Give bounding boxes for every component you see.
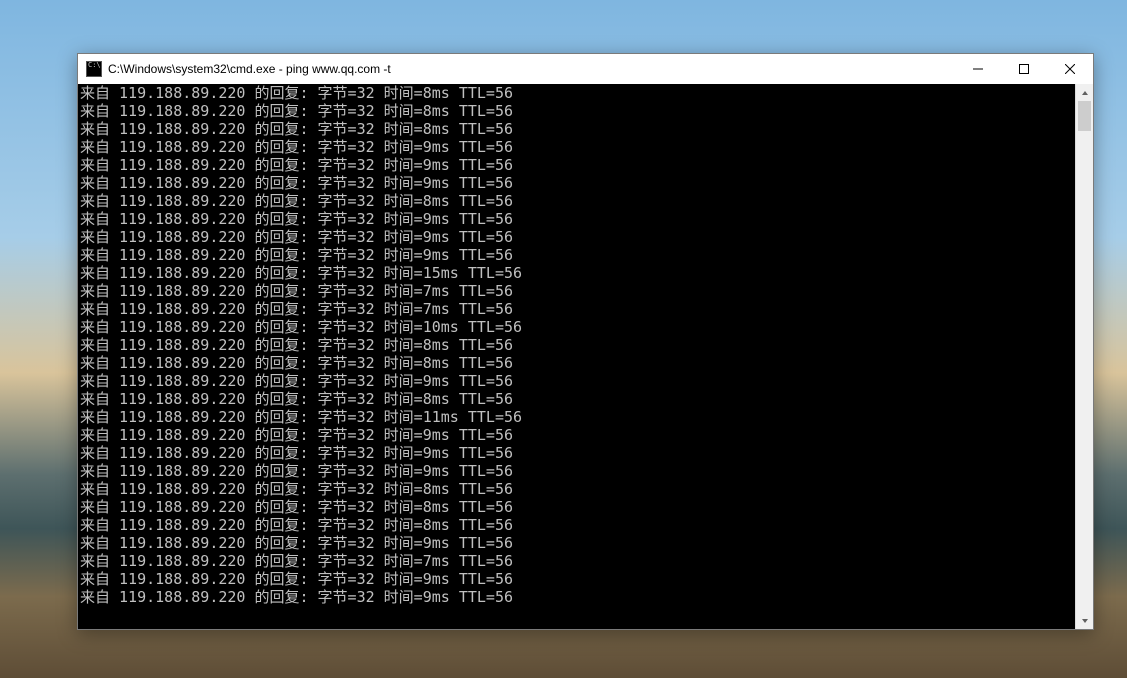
minimize-icon <box>973 64 983 74</box>
console-line: 来自 119.188.89.220 的回复: 字节=32 时间=8ms TTL=… <box>80 84 1075 102</box>
vertical-scrollbar[interactable] <box>1075 84 1093 629</box>
window-title: C:\Windows\system32\cmd.exe - ping www.q… <box>108 62 391 76</box>
console-line: 来自 119.188.89.220 的回复: 字节=32 时间=9ms TTL=… <box>80 372 1075 390</box>
window-controls <box>955 54 1093 84</box>
console-line: 来自 119.188.89.220 的回复: 字节=32 时间=8ms TTL=… <box>80 498 1075 516</box>
console-line: 来自 119.188.89.220 的回复: 字节=32 时间=8ms TTL=… <box>80 102 1075 120</box>
titlebar[interactable]: C:\Windows\system32\cmd.exe - ping www.q… <box>78 54 1093 84</box>
console-line: 来自 119.188.89.220 的回复: 字节=32 时间=9ms TTL=… <box>80 570 1075 588</box>
console-line: 来自 119.188.89.220 的回复: 字节=32 时间=9ms TTL=… <box>80 426 1075 444</box>
console-line: 来自 119.188.89.220 的回复: 字节=32 时间=7ms TTL=… <box>80 300 1075 318</box>
cmd-icon <box>86 61 102 77</box>
console-line: 来自 119.188.89.220 的回复: 字节=32 时间=8ms TTL=… <box>80 390 1075 408</box>
scroll-track[interactable] <box>1076 101 1093 612</box>
console-line: 来自 119.188.89.220 的回复: 字节=32 时间=7ms TTL=… <box>80 282 1075 300</box>
console-line: 来自 119.188.89.220 的回复: 字节=32 时间=7ms TTL=… <box>80 552 1075 570</box>
scroll-thumb[interactable] <box>1078 101 1091 131</box>
console-line: 来自 119.188.89.220 的回复: 字节=32 时间=11ms TTL… <box>80 408 1075 426</box>
console-line: 来自 119.188.89.220 的回复: 字节=32 时间=9ms TTL=… <box>80 462 1075 480</box>
console-line: 来自 119.188.89.220 的回复: 字节=32 时间=9ms TTL=… <box>80 444 1075 462</box>
desktop-wallpaper: C:\Windows\system32\cmd.exe - ping www.q… <box>0 0 1127 678</box>
console-line: 来自 119.188.89.220 的回复: 字节=32 时间=9ms TTL=… <box>80 156 1075 174</box>
scroll-up-button[interactable] <box>1076 84 1093 101</box>
console-output[interactable]: 来自 119.188.89.220 的回复: 字节=32 时间=8ms TTL=… <box>78 84 1075 629</box>
cmd-window: C:\Windows\system32\cmd.exe - ping www.q… <box>77 53 1094 630</box>
maximize-icon <box>1019 64 1029 74</box>
maximize-button[interactable] <box>1001 54 1047 84</box>
console-line: 来自 119.188.89.220 的回复: 字节=32 时间=8ms TTL=… <box>80 516 1075 534</box>
close-button[interactable] <box>1047 54 1093 84</box>
console-line: 来自 119.188.89.220 的回复: 字节=32 时间=9ms TTL=… <box>80 228 1075 246</box>
console-line: 来自 119.188.89.220 的回复: 字节=32 时间=15ms TTL… <box>80 264 1075 282</box>
console-line: 来自 119.188.89.220 的回复: 字节=32 时间=8ms TTL=… <box>80 120 1075 138</box>
chevron-down-icon <box>1081 617 1089 625</box>
client-area: 来自 119.188.89.220 的回复: 字节=32 时间=8ms TTL=… <box>78 84 1093 629</box>
console-line: 来自 119.188.89.220 的回复: 字节=32 时间=9ms TTL=… <box>80 534 1075 552</box>
console-line: 来自 119.188.89.220 的回复: 字节=32 时间=8ms TTL=… <box>80 192 1075 210</box>
console-line: 来自 119.188.89.220 的回复: 字节=32 时间=9ms TTL=… <box>80 210 1075 228</box>
scroll-down-button[interactable] <box>1076 612 1093 629</box>
console-line: 来自 119.188.89.220 的回复: 字节=32 时间=9ms TTL=… <box>80 588 1075 606</box>
console-line: 来自 119.188.89.220 的回复: 字节=32 时间=8ms TTL=… <box>80 336 1075 354</box>
chevron-up-icon <box>1081 89 1089 97</box>
console-line: 来自 119.188.89.220 的回复: 字节=32 时间=10ms TTL… <box>80 318 1075 336</box>
console-line: 来自 119.188.89.220 的回复: 字节=32 时间=9ms TTL=… <box>80 138 1075 156</box>
console-line: 来自 119.188.89.220 的回复: 字节=32 时间=8ms TTL=… <box>80 354 1075 372</box>
console-line: 来自 119.188.89.220 的回复: 字节=32 时间=8ms TTL=… <box>80 480 1075 498</box>
console-line: 来自 119.188.89.220 的回复: 字节=32 时间=9ms TTL=… <box>80 174 1075 192</box>
console-line: 来自 119.188.89.220 的回复: 字节=32 时间=9ms TTL=… <box>80 246 1075 264</box>
close-icon <box>1065 64 1075 74</box>
minimize-button[interactable] <box>955 54 1001 84</box>
